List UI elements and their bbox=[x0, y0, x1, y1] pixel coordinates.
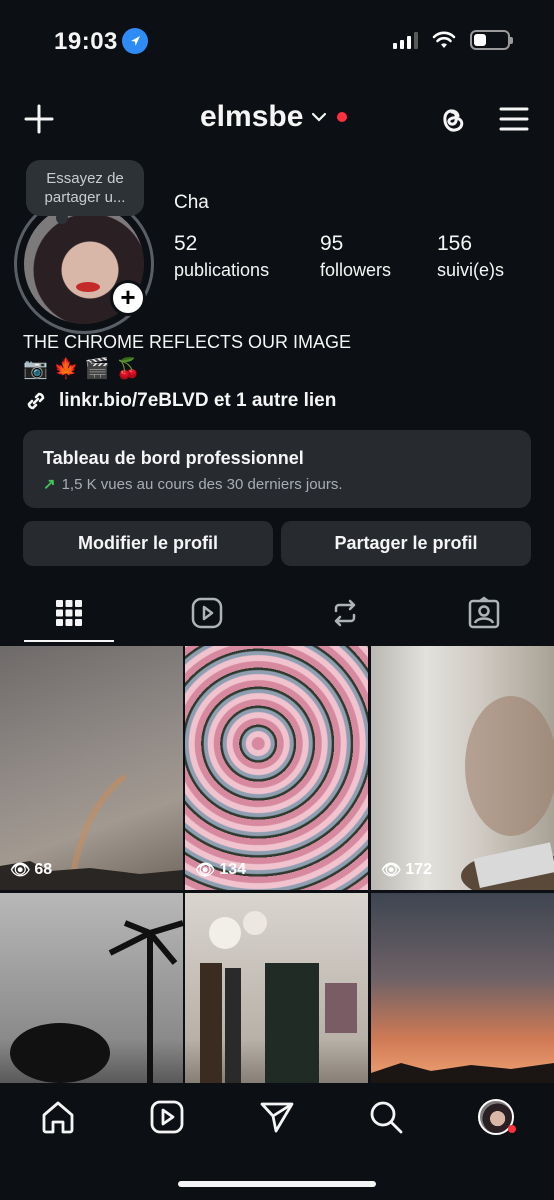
threads-icon[interactable] bbox=[436, 102, 468, 136]
clapper-emoji: 🎬 bbox=[84, 358, 110, 380]
trend-up-icon: ↗ bbox=[43, 476, 56, 493]
maple-leaf-emoji: 🍁 bbox=[53, 358, 79, 380]
status-bar: 19:03 bbox=[0, 0, 554, 80]
location-icon bbox=[122, 28, 148, 54]
active-tab-indicator bbox=[24, 640, 114, 642]
wifi-icon bbox=[432, 31, 456, 48]
stat-label: followers bbox=[320, 260, 392, 280]
cherries-emoji: 🍒 bbox=[115, 358, 141, 380]
reels-tab-icon[interactable] bbox=[190, 596, 224, 630]
views-overlay: 👁 172 bbox=[381, 860, 432, 880]
reels-icon[interactable] bbox=[149, 1099, 185, 1135]
direct-messages-icon[interactable] bbox=[259, 1099, 295, 1135]
view-count: 134 bbox=[219, 861, 247, 878]
status-time: 19:03 bbox=[54, 28, 118, 55]
reposts-tab-icon[interactable] bbox=[328, 596, 362, 630]
bio-emojis: 📷 🍁 🎬 🍒 bbox=[23, 356, 141, 381]
stat-followers[interactable]: 95 followers bbox=[320, 232, 391, 281]
bio-text: THE CHROME REFLECTS OUR IMAGE bbox=[23, 332, 352, 352]
bio-link[interactable]: linkr.bio/7eBLVD et 1 autre lien bbox=[23, 388, 336, 414]
view-count: 68 bbox=[34, 861, 53, 878]
view-count: 172 bbox=[405, 861, 433, 878]
cellular-signal-icon bbox=[393, 31, 418, 49]
dashboard-stats: ↗ 1,5 K vues au cours des 30 derniers jo… bbox=[43, 475, 511, 494]
professional-dashboard[interactable]: Tableau de bord professionnel ↗ 1,5 K vu… bbox=[23, 430, 531, 508]
dashboard-title: Tableau de bord professionnel bbox=[43, 448, 304, 468]
add-story-button[interactable]: + bbox=[110, 280, 146, 316]
post-thumbnail[interactable]: 👁 172 bbox=[371, 646, 554, 890]
stat-value: 52 bbox=[174, 232, 198, 255]
eye-icon: 👁 bbox=[10, 862, 31, 879]
username: elmsbe bbox=[200, 100, 304, 133]
eye-icon: 👁 bbox=[381, 862, 402, 879]
notification-dot bbox=[337, 112, 348, 122]
home-icon[interactable] bbox=[40, 1099, 76, 1135]
stat-label: publications bbox=[174, 260, 270, 280]
profile-tabs bbox=[0, 590, 554, 646]
stat-following[interactable]: 156 suivi(e)s bbox=[437, 232, 504, 281]
chevron-down-icon bbox=[312, 112, 327, 122]
home-indicator bbox=[178, 1181, 376, 1187]
camera-emoji: 📷 bbox=[23, 358, 48, 380]
battery-icon bbox=[470, 30, 513, 50]
share-profile-button[interactable]: Partager le profil bbox=[281, 521, 531, 566]
link-icon bbox=[27, 392, 45, 410]
create-plus-icon[interactable] bbox=[24, 104, 54, 134]
post-thumbnail[interactable]: 👁 68 bbox=[0, 646, 183, 890]
notification-dot bbox=[508, 1125, 516, 1133]
dashboard-subtitle: 1,5 K vues au cours des 30 derniers jour… bbox=[61, 475, 343, 493]
link-text: linkr.bio/7eBLVD et 1 autre lien bbox=[59, 390, 337, 411]
stat-publications[interactable]: 52 publications bbox=[174, 232, 269, 281]
post-thumbnail[interactable]: 👁 134 bbox=[185, 646, 368, 890]
tagged-tab-icon[interactable] bbox=[467, 596, 501, 630]
views-overlay: 👁 134 bbox=[195, 860, 246, 880]
edit-profile-button[interactable]: Modifier le profil bbox=[23, 521, 273, 566]
menu-icon[interactable] bbox=[498, 104, 530, 134]
stat-value: 156 bbox=[437, 232, 473, 255]
stat-value: 95 bbox=[320, 232, 344, 255]
stat-label: suivi(e)s bbox=[437, 260, 505, 280]
display-name: Cha bbox=[174, 192, 209, 213]
views-overlay: 👁 68 bbox=[10, 860, 52, 880]
bottom-navigation bbox=[0, 1083, 554, 1200]
note-bubble[interactable]: Essayez de partager u... bbox=[26, 160, 144, 224]
search-icon[interactable] bbox=[368, 1099, 404, 1135]
eye-icon: 👁 bbox=[195, 862, 216, 879]
account-switcher[interactable]: elmsbe bbox=[200, 100, 348, 134]
grid-tab-icon[interactable] bbox=[52, 596, 86, 630]
profile-header: elmsbe bbox=[0, 96, 554, 144]
